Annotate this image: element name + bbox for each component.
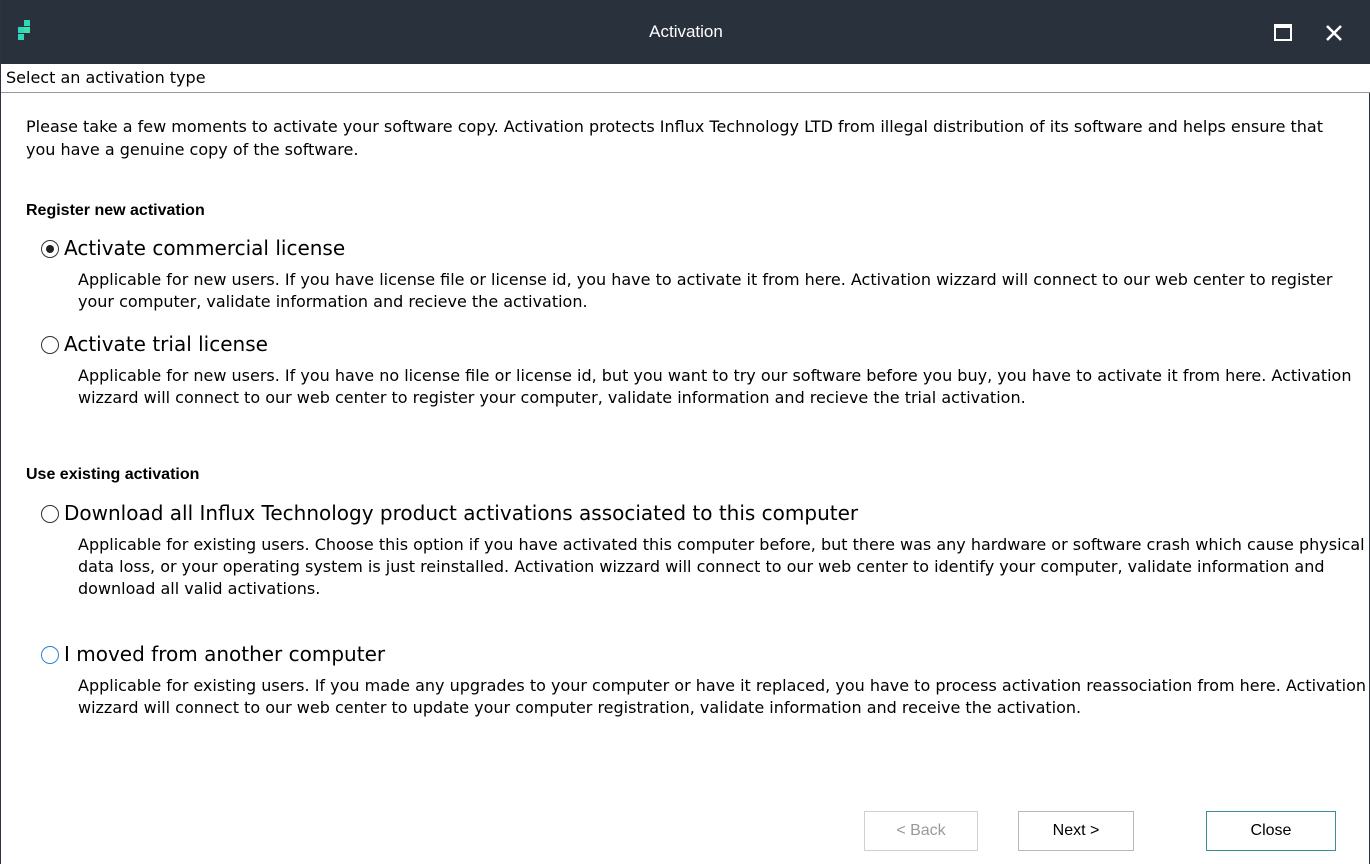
option-label: Activate trial license (64, 332, 268, 356)
option-row[interactable]: Download all Influx Technology product a… (41, 500, 1341, 530)
page-subtitle: Select an activation type (6, 68, 206, 87)
next-button[interactable]: Next > (1018, 811, 1134, 851)
window-title: Activation (649, 22, 723, 41)
maximize-button[interactable] (1266, 16, 1300, 50)
maximize-icon (1274, 24, 1292, 41)
option-label: Download all Influx Technology product a… (64, 501, 859, 525)
close-button[interactable]: Close (1206, 811, 1336, 851)
option-description: Applicable for existing users. If you ma… (78, 676, 1366, 717)
activation-window: Activation Select an activation type Ple… (0, 0, 1370, 864)
option-label: I moved from another computer (64, 642, 386, 666)
section-title-register: Register new activation (26, 202, 205, 219)
title-bar[interactable]: Activation (1, 0, 1370, 64)
option-description: Applicable for new users. If you have li… (78, 270, 1333, 311)
close-icon (1326, 25, 1342, 41)
moved-computer-radio[interactable] (41, 646, 59, 664)
intro-text: Please take a few moments to activate yo… (26, 117, 1324, 159)
option-label: Activate commercial license (64, 236, 346, 260)
commercial-license-radio[interactable] (41, 240, 59, 258)
section-title-existing: Use existing activation (26, 466, 200, 483)
trial-license-radio[interactable] (41, 336, 59, 354)
page-header: Select an activation type (1, 64, 1370, 93)
close-window-button[interactable] (1317, 16, 1351, 50)
back-button[interactable]: < Back (864, 811, 978, 851)
option-description: Applicable for new users. If you have no… (78, 366, 1352, 407)
option-row[interactable]: I moved from another computer (41, 641, 1341, 671)
option-download-activations[interactable]: Download all Influx Technology product a… (41, 500, 1365, 600)
option-row[interactable]: Activate commercial license (41, 235, 1341, 265)
option-row[interactable]: Activate trial license (41, 331, 1341, 361)
option-trial-license[interactable]: Activate trial license Applicable for ne… (41, 331, 1351, 409)
option-moved-computer[interactable]: I moved from another computer Applicable… (41, 641, 1366, 719)
option-description: Applicable for existing users. Choose th… (78, 535, 1365, 598)
download-activations-radio[interactable] (41, 505, 59, 523)
option-commercial-license[interactable]: Activate commercial license Applicable f… (41, 235, 1341, 313)
